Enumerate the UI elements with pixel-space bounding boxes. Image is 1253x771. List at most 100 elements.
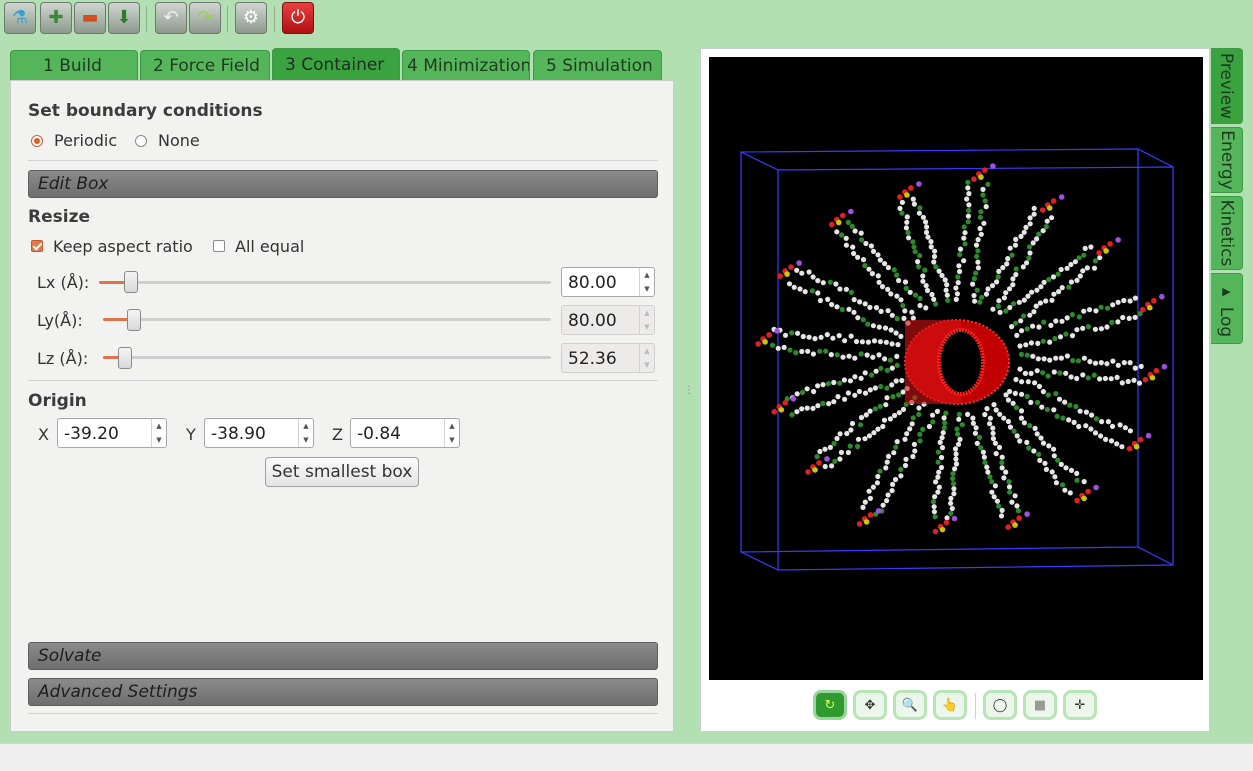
ly-slider-handle[interactable] (127, 309, 142, 331)
atom (1024, 352, 1030, 358)
tab-preview[interactable]: Preview (1211, 48, 1243, 124)
tab-simulation[interactable]: 5 Simulation (533, 50, 662, 80)
power-icon[interactable]: ⏻ (282, 2, 314, 34)
atom (1045, 373, 1051, 379)
atom (925, 234, 931, 240)
atom (1066, 417, 1072, 423)
atom (890, 394, 896, 400)
atom (878, 383, 884, 390)
atom (992, 483, 998, 489)
atom (1003, 308, 1009, 314)
box-view-icon[interactable]: ■ (1023, 690, 1057, 720)
tab-kinetics[interactable]: Kinetics (1211, 196, 1243, 270)
atom (1074, 477, 1080, 483)
set-smallest-box-button[interactable]: Set smallest box (265, 457, 419, 487)
lz-slider-handle[interactable] (118, 347, 133, 369)
tab-log[interactable]: ▶ Log (1211, 273, 1243, 344)
atom (1066, 284, 1072, 290)
rotate-icon[interactable]: ↻ (813, 690, 847, 720)
origin-x-spinbox[interactable]: -39.20 ▲ ▼ (57, 418, 167, 448)
molecule-3d-viewer[interactable] (709, 57, 1203, 680)
ly-slider-track[interactable] (103, 318, 551, 321)
atom (995, 274, 1001, 280)
atom (923, 229, 930, 235)
atom (975, 265, 981, 271)
atom (1088, 426, 1094, 432)
tab-force-field[interactable]: 2 Force Field (140, 50, 270, 80)
origin-y-arrows[interactable]: ▲ ▼ (298, 419, 313, 447)
atom (875, 426, 881, 432)
lz-slider-track[interactable] (103, 356, 551, 359)
atom (1062, 399, 1068, 405)
atom (991, 494, 997, 500)
origin-z-arrows[interactable]: ▲ ▼ (444, 419, 459, 447)
lx-slider-handle[interactable] (123, 271, 138, 293)
atom (1018, 351, 1025, 357)
atom (1010, 400, 1016, 406)
atom (894, 272, 900, 278)
tab-build[interactable]: 1 Build (10, 50, 138, 80)
zoom-icon[interactable]: 🔍 (893, 690, 927, 720)
atom (1058, 266, 1064, 273)
atom (834, 304, 840, 310)
redo-icon[interactable]: ↷ (189, 2, 221, 34)
atom (911, 201, 917, 207)
lx-spinbox[interactable]: 80.00 ▲ ▼ (561, 267, 655, 297)
atom (943, 410, 949, 416)
edit-box-header[interactable]: Edit Box (28, 170, 658, 198)
atom (981, 454, 987, 460)
atom (1077, 408, 1083, 414)
atom (1046, 276, 1052, 283)
sphere-icon[interactable]: ◯ (983, 690, 1017, 720)
move-icon[interactable]: ✥ (853, 690, 887, 720)
flask-icon[interactable]: ⚗ (4, 2, 36, 34)
atom (1071, 419, 1077, 425)
ly-spinbox: 80.00 ▲ ▼ (561, 305, 655, 335)
atom (838, 449, 844, 455)
atom (1025, 379, 1031, 385)
atom (996, 298, 1002, 304)
hand-pointer-icon[interactable]: 👆 (933, 690, 967, 720)
all-equal-checkbox[interactable] (213, 240, 225, 252)
keep-aspect-checkbox[interactable] (31, 240, 43, 252)
lx-slider-track[interactable] (99, 281, 551, 284)
lx-spin-arrows[interactable]: ▲ ▼ (639, 268, 654, 296)
none-radio[interactable] (135, 135, 147, 147)
atom (777, 273, 783, 279)
tab-energy[interactable]: Energy (1211, 127, 1243, 193)
atom (1063, 370, 1069, 376)
advanced-settings-header[interactable]: Advanced Settings (28, 678, 658, 706)
settings-gear-icon[interactable]: ⚙ (235, 2, 267, 34)
atom (1142, 376, 1149, 383)
atom (1010, 301, 1017, 307)
atom (934, 408, 940, 414)
origin-z-spinbox[interactable]: -0.84 ▲ ▼ (350, 418, 460, 448)
new-document-icon[interactable]: ✚ (40, 2, 72, 34)
atom (1015, 508, 1021, 514)
panel-splitter-handle[interactable]: ⋮ (684, 385, 694, 396)
save-download-icon[interactable]: ⬇ (108, 2, 140, 34)
axes-icon[interactable]: ✛ (1063, 690, 1097, 720)
undo-icon[interactable]: ↶ (155, 2, 187, 34)
atom (885, 265, 891, 271)
periodic-radio[interactable] (31, 135, 43, 147)
atom (1091, 265, 1098, 271)
atom (1014, 503, 1020, 509)
atom (989, 479, 995, 485)
solvate-header[interactable]: Solvate (28, 642, 658, 670)
tab-minimization[interactable]: 4 Minimization (402, 50, 530, 80)
atom (826, 401, 832, 407)
open-folder-icon[interactable]: ▬ (74, 2, 106, 34)
atom (1103, 248, 1109, 254)
tab-container[interactable]: 3 Container (272, 48, 400, 80)
atom (923, 219, 929, 225)
container-settings-panel: Set boundary conditions Periodic None Ed… (10, 80, 674, 732)
origin-x-arrows[interactable]: ▲ ▼ (151, 419, 166, 447)
atom (790, 396, 797, 402)
atom (961, 258, 967, 264)
atom (789, 412, 795, 418)
atom (837, 380, 843, 386)
atom (997, 309, 1003, 315)
atom (1077, 273, 1083, 279)
origin-y-spinbox[interactable]: -38.90 ▲ ▼ (204, 418, 314, 448)
